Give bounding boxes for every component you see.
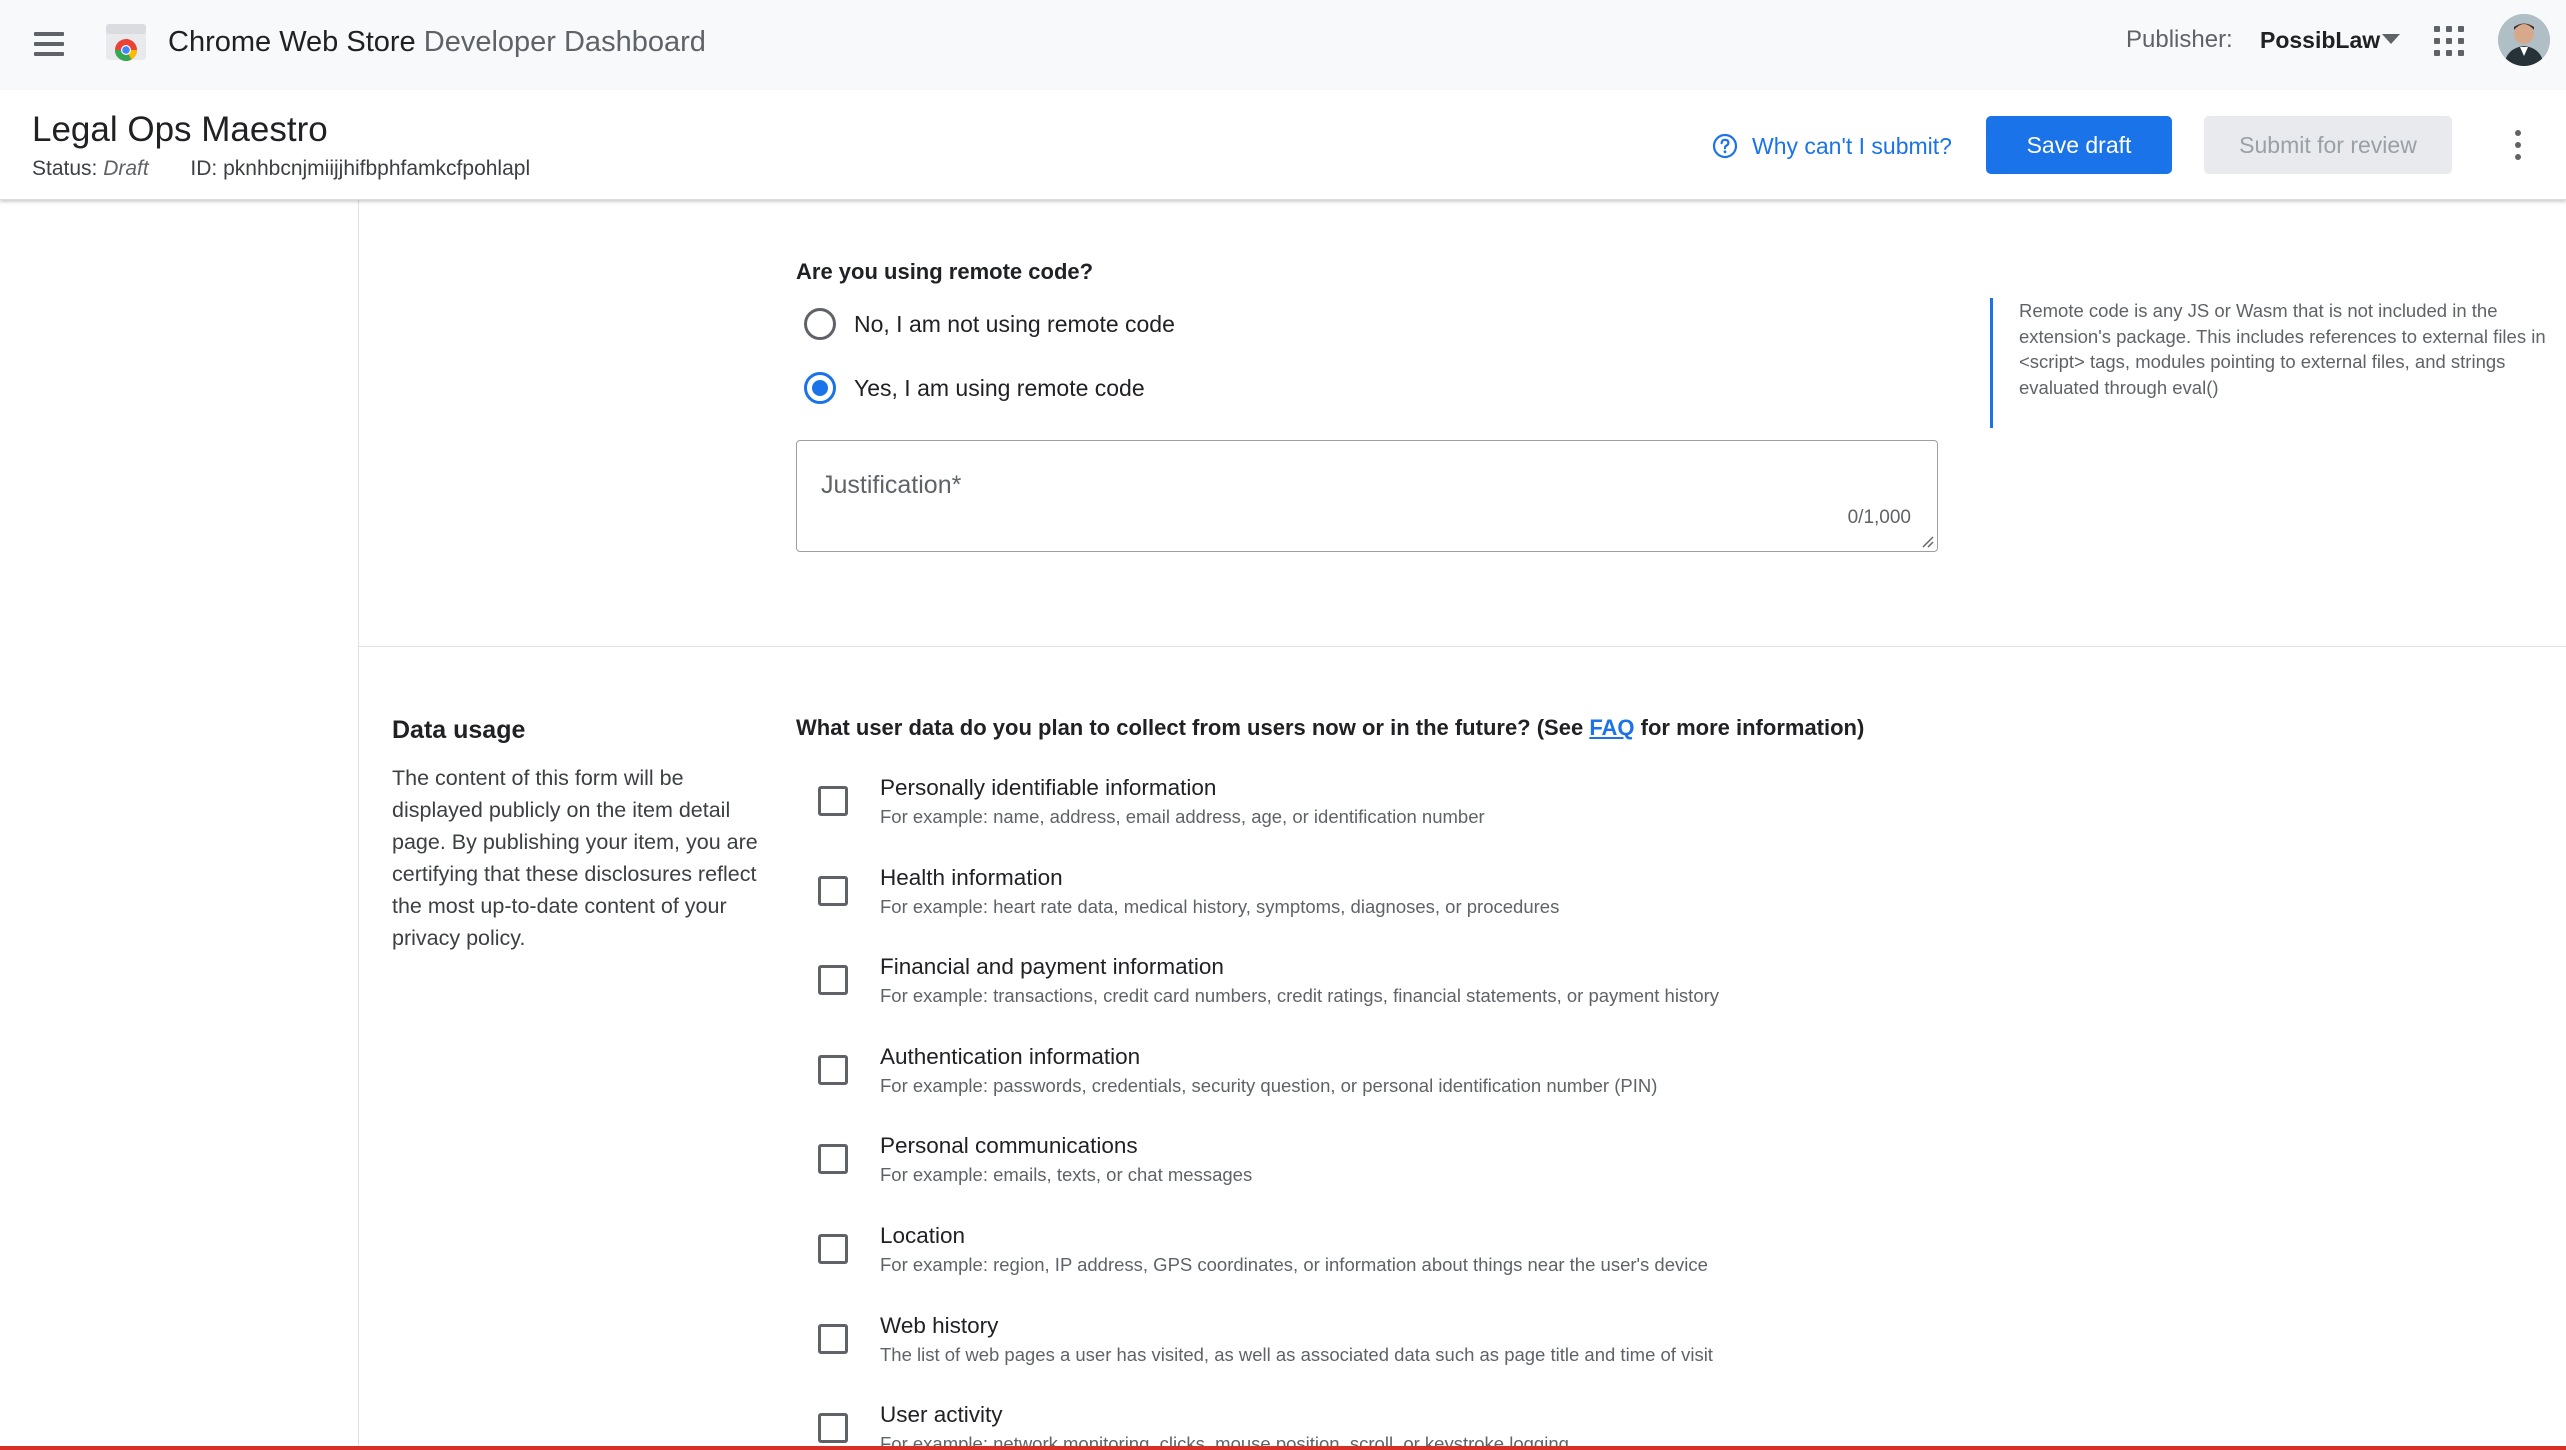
radio-button-checked[interactable] <box>804 372 836 404</box>
checkbox-item-authentication[interactable]: Authentication information For example: … <box>818 1041 2418 1121</box>
resize-handle-icon[interactable] <box>1920 534 1934 548</box>
help-circle-icon <box>1712 133 1738 159</box>
checkbox-title: Authentication information <box>880 1044 1141 1069</box>
checkbox[interactable] <box>818 1055 848 1085</box>
item-header: Legal Ops Maestro Status: Draft ID: pknh… <box>0 90 2566 200</box>
status-badge: Draft <box>103 157 149 180</box>
checkbox[interactable] <box>818 1324 848 1354</box>
bottom-edge-line <box>0 1446 2566 1450</box>
checkbox-title: Health information <box>880 865 1063 890</box>
submit-for-review-button: Submit for review <box>2204 116 2452 174</box>
checkbox[interactable] <box>818 786 848 816</box>
why-cant-submit-label: Why can't I submit? <box>1752 132 1952 159</box>
id-label: ID: <box>190 157 218 180</box>
status-label: Status: <box>32 157 98 180</box>
checkbox-item-web-history[interactable]: Web history The list of web pages a user… <box>818 1310 2418 1390</box>
checkbox-title: Location <box>880 1223 966 1248</box>
checkbox[interactable] <box>818 965 848 995</box>
checkbox-item-financial[interactable]: Financial and payment information For ex… <box>818 951 2418 1031</box>
checkbox-subtitle: For example: emails, texts, or chat mess… <box>880 1164 1253 1185</box>
section-divider <box>358 646 2566 647</box>
chrome-web-store-logo <box>106 24 146 61</box>
checkbox-title: Personally identifiable information <box>880 775 1217 800</box>
checkbox[interactable] <box>818 1413 848 1443</box>
checkbox-title: User activity <box>880 1402 1003 1427</box>
checkbox-title: Financial and payment information <box>880 954 1224 979</box>
question-prefix: What user data do you plan to collect fr… <box>796 715 1590 740</box>
checkbox-subtitle: For example: name, address, email addres… <box>880 806 1485 827</box>
why-cant-submit-link[interactable]: Why can't I submit? <box>1712 128 1952 164</box>
justification-placeholder: Justification* <box>821 471 962 499</box>
question-suffix: for more information) <box>1634 715 1865 740</box>
radio-label: Yes, I am using remote code <box>854 374 1145 401</box>
radio-button[interactable] <box>804 308 836 340</box>
item-id: pknhbcnjmiijjhifbphfamkcfpohlapl <box>223 157 531 180</box>
checkbox-item-pii[interactable]: Personally identifiable information For … <box>818 772 2418 852</box>
save-draft-button[interactable]: Save draft <box>1986 116 2172 174</box>
app-title: Chrome Web Store Developer Dashboard <box>168 22 706 62</box>
checkbox-subtitle: For example: transactions, credit card n… <box>880 985 1720 1006</box>
checkbox[interactable] <box>818 1144 848 1174</box>
publisher-selector[interactable]: PossibLaw <box>2260 22 2380 58</box>
left-column-divider <box>358 200 359 1450</box>
checkbox-item-user-activity[interactable]: User activity For example: network monit… <box>818 1399 2418 1450</box>
app-title-light: Developer Dashboard <box>423 26 706 58</box>
checkbox-subtitle: The list of web pages a user has visited… <box>880 1344 1713 1365</box>
radio-label: No, I am not using remote code <box>854 310 1175 337</box>
apps-grid-icon[interactable] <box>2434 26 2464 56</box>
checkbox[interactable] <box>818 876 848 906</box>
checkbox-subtitle: For example: heart rate data, medical hi… <box>880 896 1560 917</box>
checkbox-title: Personal communications <box>880 1133 1138 1158</box>
menu-icon[interactable] <box>30 25 68 63</box>
checkbox-title: Web history <box>880 1313 999 1338</box>
remote-code-question: Are you using remote code? <box>796 259 1094 284</box>
data-usage-description: The content of this form will be display… <box>392 766 758 950</box>
checkbox-item-communications[interactable]: Personal communications For example: ema… <box>818 1130 2418 1210</box>
item-meta: Status: Draft ID: pknhbcnjmiijjhifbphfam… <box>32 154 530 184</box>
radio-yes-remote-code[interactable]: Yes, I am using remote code <box>804 370 1145 406</box>
item-name: Legal Ops Maestro <box>32 110 328 149</box>
checkbox-item-health[interactable]: Health information For example: heart ra… <box>818 862 2418 942</box>
data-usage-title: Data usage <box>392 716 526 744</box>
radio-no-remote-code[interactable]: No, I am not using remote code <box>804 306 1175 342</box>
more-vert-icon[interactable] <box>2510 130 2526 160</box>
caret-down-icon[interactable] <box>2382 34 2400 44</box>
checkbox-item-location[interactable]: Location For example: region, IP address… <box>818 1220 2418 1300</box>
checkbox-subtitle: For example: passwords, credentials, sec… <box>880 1075 1658 1096</box>
checkbox-subtitle: For example: region, IP address, GPS coo… <box>880 1254 1708 1275</box>
remote-code-help-note: Remote code is any JS or Wasm that is no… <box>1990 298 2566 428</box>
justification-textarea[interactable]: Justification* 0/1,000 <box>796 440 1938 552</box>
top-app-bar: Chrome Web Store Developer Dashboard Pub… <box>0 0 2566 90</box>
app-title-strong: Chrome Web Store <box>168 26 416 58</box>
data-collection-question: What user data do you plan to collect fr… <box>796 712 1864 744</box>
publisher-label: Publisher: <box>2126 26 2233 53</box>
checkbox[interactable] <box>818 1234 848 1264</box>
faq-link[interactable]: FAQ <box>1589 715 1634 740</box>
character-counter: 0/1,000 <box>1847 507 1911 528</box>
avatar[interactable] <box>2498 14 2550 66</box>
